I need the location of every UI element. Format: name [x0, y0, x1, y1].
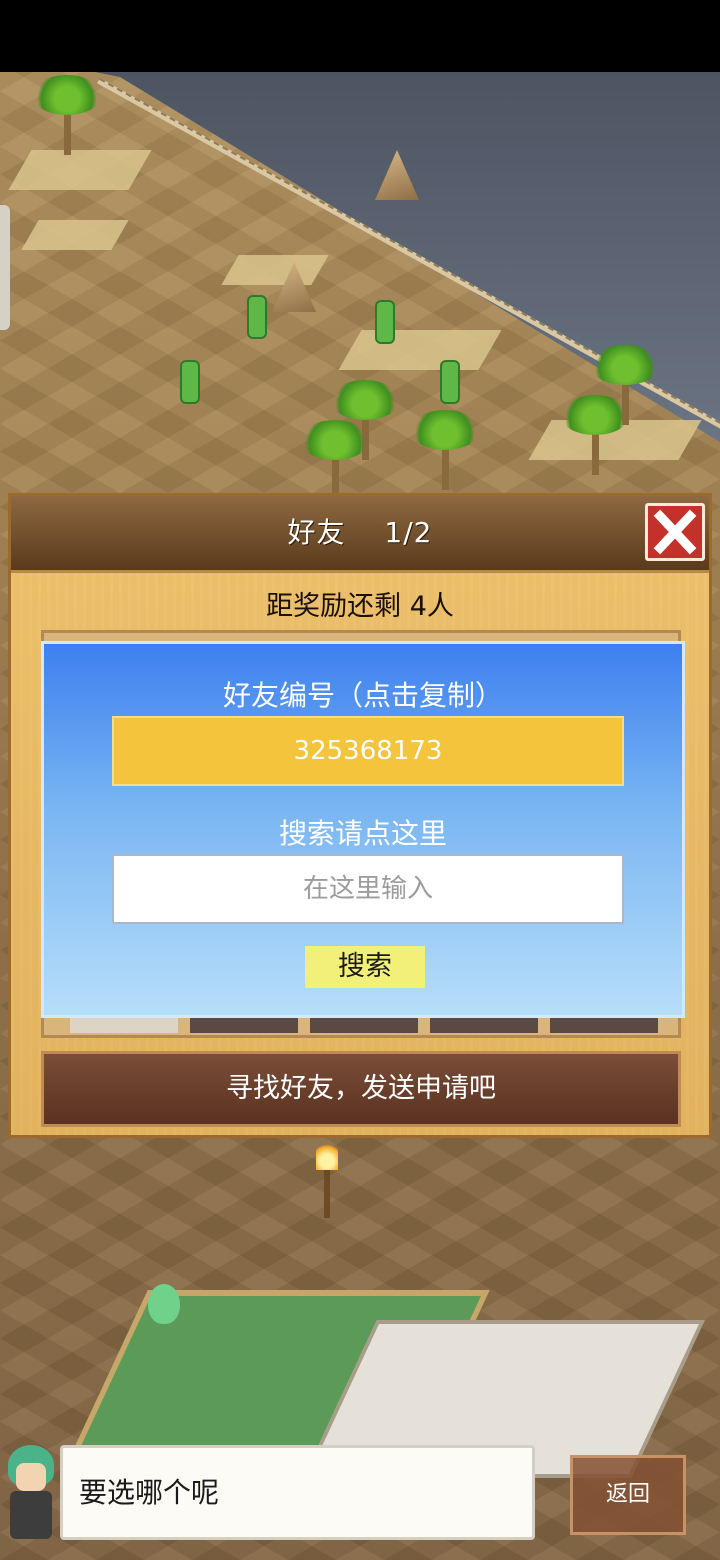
sand-patch	[221, 255, 329, 285]
message-box: 要选哪个呢	[60, 1445, 535, 1540]
friend-search-panel: 好友编号（点击复制） 325368173 搜索请点这里 搜索	[41, 641, 685, 1018]
dialog-title: 好友 1/2	[287, 516, 433, 549]
search-label: 搜索请点这里	[278, 817, 447, 850]
palm-tree	[32, 75, 102, 155]
sand-patch	[21, 220, 129, 250]
side-tab[interactable]	[0, 205, 10, 330]
palm-tree	[590, 345, 660, 425]
search-button[interactable]: 搜索	[305, 946, 425, 988]
reward-remaining-text: 距奖励还剩 4人	[266, 591, 454, 622]
back-button[interactable]: 返回	[570, 1455, 686, 1535]
palm-tree	[410, 410, 480, 490]
cactus	[247, 295, 267, 339]
close-icon	[653, 509, 697, 555]
sand-patch	[338, 330, 502, 370]
sand-patch	[8, 150, 152, 190]
cactus	[440, 360, 460, 404]
monster-egg[interactable]	[148, 1284, 180, 1324]
cactus	[180, 360, 200, 404]
status-bar	[0, 0, 720, 72]
torch	[316, 1140, 338, 1220]
game-screen: 好友 1/2 距奖励还剩 4人 好友编号（点击复制） 325368173 搜索请…	[0, 0, 720, 1560]
friend-code-label: 好友编号（点击复制）	[222, 679, 503, 712]
close-button[interactable]	[645, 503, 705, 561]
palm-tree	[300, 420, 370, 500]
friend-code-copy-button[interactable]: 325368173	[112, 716, 624, 786]
friend-search-input[interactable]	[112, 854, 624, 924]
advisor-avatar	[0, 1445, 64, 1545]
message-text: 要选哪个呢	[79, 1476, 220, 1509]
cactus	[375, 300, 395, 344]
friends-dialog: 好友 1/2 距奖励还剩 4人 好友编号（点击复制） 325368173 搜索请…	[8, 493, 712, 1138]
find-friends-button[interactable]: 寻找好友，发送申请吧	[41, 1051, 681, 1127]
